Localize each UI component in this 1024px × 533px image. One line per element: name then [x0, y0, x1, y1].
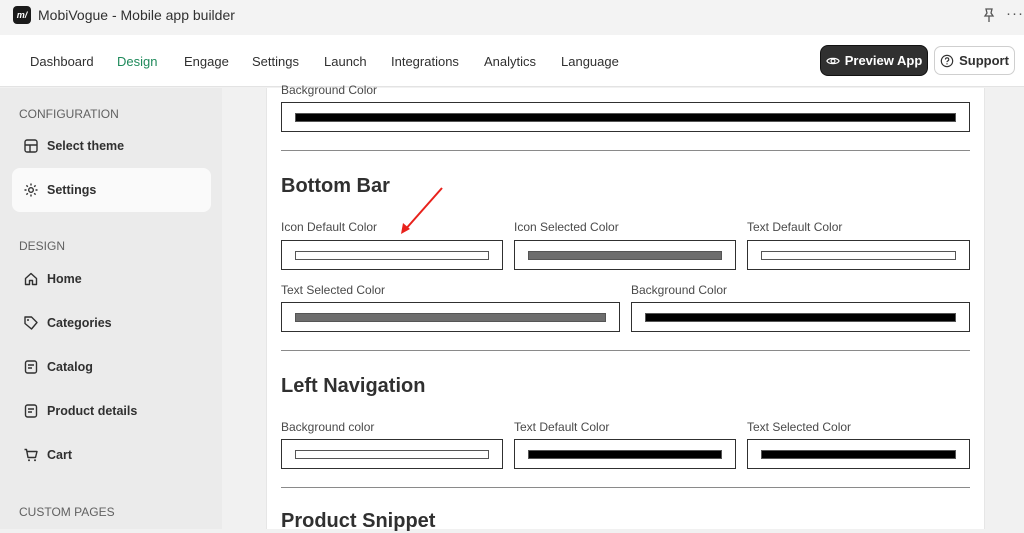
- top-background-color-field[interactable]: [281, 102, 970, 132]
- sidebar-item-label: Cart: [47, 448, 73, 462]
- text-selected-color-field[interactable]: [281, 302, 620, 332]
- color-swatch: [761, 450, 956, 459]
- color-swatch: [645, 313, 956, 322]
- tab-language[interactable]: Language: [561, 54, 619, 69]
- color-swatch: [528, 450, 722, 459]
- sidebar-item-cart[interactable]: Cart: [12, 433, 211, 477]
- tab-integrations[interactable]: Integrations: [391, 54, 459, 69]
- custom-pages-heading: CUSTOM PAGES: [19, 505, 115, 519]
- sidebar: CONFIGURATION Select theme Settings DESI…: [0, 88, 222, 529]
- left-nav-background-color-field[interactable]: [281, 439, 503, 469]
- left-navigation-title: Left Navigation: [281, 375, 426, 397]
- sidebar-item-select-theme[interactable]: Select theme: [12, 124, 211, 168]
- bottom-bar-title: Bottom Bar: [281, 175, 390, 197]
- text-default-color-field[interactable]: [747, 240, 970, 270]
- gear-icon: [24, 183, 38, 197]
- home-icon: [24, 272, 38, 286]
- icon-default-color-label: Icon Default Color: [281, 220, 378, 234]
- icon-default-color-field[interactable]: [281, 240, 503, 270]
- annotation-arrow: [401, 187, 443, 234]
- sidebar-item-label: Select theme: [47, 139, 125, 153]
- color-swatch: [295, 113, 956, 122]
- preview-app-label: Preview App: [844, 53, 923, 68]
- tab-dashboard[interactable]: Dashboard: [30, 54, 94, 69]
- configuration-heading: CONFIGURATION: [19, 107, 119, 121]
- design-heading: DESIGN: [19, 239, 66, 253]
- theme-icon: [24, 139, 38, 153]
- product-icon: [24, 404, 38, 418]
- top-navbar: Dashboard Design Engage Settings Launch …: [0, 35, 1024, 87]
- sidebar-item-label: Product details: [47, 404, 138, 418]
- color-swatch: [761, 251, 956, 260]
- left-nav-text-selected-color-field[interactable]: [747, 439, 970, 469]
- help-circle-icon: [940, 54, 954, 67]
- arrow-shaft: [403, 187, 443, 232]
- sidebar-item-categories[interactable]: Categories: [12, 301, 211, 345]
- color-swatch: [295, 313, 606, 322]
- app-logo: m/: [13, 6, 31, 24]
- catalog-icon: [24, 360, 38, 374]
- icon-selected-color-field[interactable]: [514, 240, 736, 270]
- sidebar-item-catalog[interactable]: Catalog: [12, 345, 211, 389]
- eye-icon: [825, 57, 840, 64]
- divider: [281, 487, 970, 488]
- divider: [281, 150, 970, 151]
- pin-icon[interactable]: [981, 7, 997, 23]
- color-swatch: [528, 251, 722, 260]
- sidebar-item-label: Categories: [47, 316, 112, 330]
- left-nav-text-selected-color-label: Text Selected Color: [747, 420, 852, 434]
- sidebar-item-label: Settings: [47, 183, 97, 197]
- bottom-bar-background-color-label: Background Color: [631, 283, 728, 297]
- top-background-color-label: Background Color: [281, 83, 378, 97]
- text-default-color-label: Text Default Color: [747, 220, 843, 234]
- support-button[interactable]: Support: [934, 46, 1015, 75]
- divider: [281, 350, 970, 351]
- color-swatch: [295, 251, 489, 260]
- tab-settings[interactable]: Settings: [252, 54, 299, 69]
- more-icon[interactable]: ···: [1006, 5, 1024, 22]
- sidebar-item-settings[interactable]: Settings: [12, 168, 211, 212]
- left-nav-text-default-color-field[interactable]: [514, 439, 736, 469]
- window-titlebar: m/ MobiVogue - Mobile app builder ···: [0, 0, 1024, 35]
- product-snippet-title: Product Snippet: [281, 510, 436, 532]
- sidebar-item-home[interactable]: Home: [12, 257, 211, 301]
- cart-icon: [24, 448, 38, 462]
- tab-engage[interactable]: Engage: [184, 54, 229, 69]
- bottom-bar-background-color-field[interactable]: [631, 302, 970, 332]
- tab-analytics[interactable]: Analytics: [484, 54, 536, 69]
- sidebar-item-label: Catalog: [47, 360, 93, 374]
- preview-app-button[interactable]: Preview App: [821, 46, 927, 75]
- window-title: MobiVogue - Mobile app builder: [38, 7, 235, 23]
- tab-design[interactable]: Design: [117, 54, 157, 69]
- sidebar-item-product-details[interactable]: Product details: [12, 389, 211, 433]
- tab-launch[interactable]: Launch: [324, 54, 367, 69]
- color-swatch: [295, 450, 489, 459]
- support-label: Support: [959, 53, 1009, 68]
- left-nav-text-default-color-label: Text Default Color: [514, 420, 610, 434]
- tag-icon: [24, 316, 38, 330]
- left-nav-background-color-label: Background color: [281, 420, 375, 434]
- sidebar-item-label: Home: [47, 272, 82, 286]
- text-selected-color-label: Text Selected Color: [281, 283, 386, 297]
- icon-selected-color-label: Icon Selected Color: [514, 220, 619, 234]
